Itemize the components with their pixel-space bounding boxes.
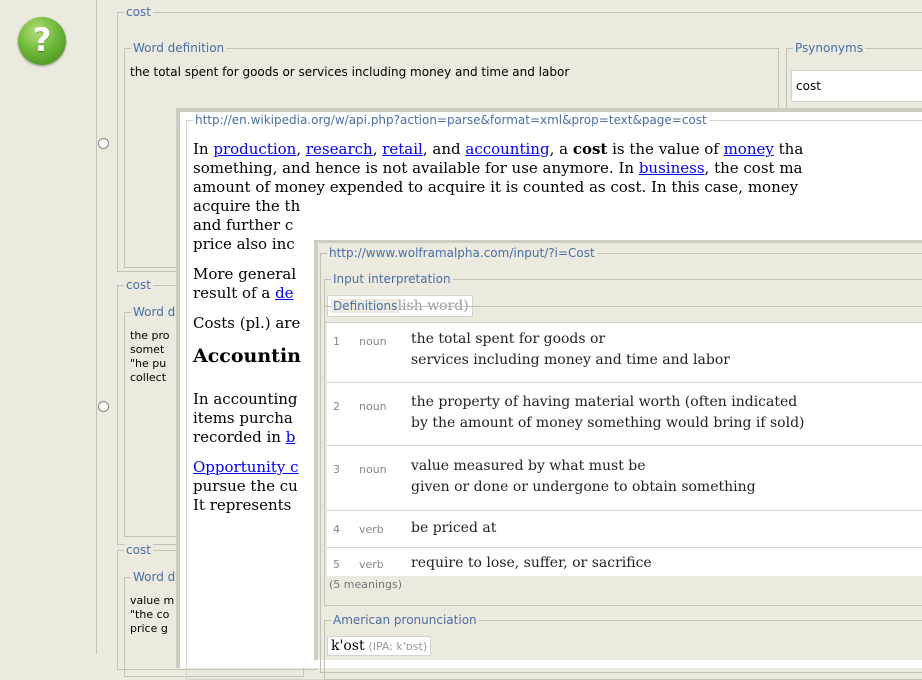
definitions-legend: Definitions [331,299,400,313]
wiki-p1-line1: In production, research, retail, and acc… [193,140,804,158]
pronunciation-fieldset: American pronunciation k'ost (IPA: k'ɒst… [324,613,922,680]
link-money[interactable]: money [724,140,774,158]
link-retail[interactable]: retail [382,140,423,158]
wolfram-url[interactable]: http://www.wolframalpha.com/input/?i=Cos… [327,246,597,260]
pronunciation-box: k'ost (IPA: k'ɒst) [327,636,432,656]
definition-row-2: 2 noun the property of having material w… [327,382,922,446]
entry2-title: cost [124,278,153,292]
wiki-p1-line3: amount of money expended to acquire it i… [193,178,799,196]
wiki-p1-line2: something, and hence is not available fo… [193,159,803,177]
link-de[interactable]: de [275,284,293,302]
link-research[interactable]: research [306,140,373,158]
wikipedia-url[interactable]: http://en.wikipedia.org/w/api.php?action… [193,113,709,127]
input-interpretation-legend: Input interpretation [331,272,453,286]
wiki-p1-line4: acquire the th [193,197,301,215]
link-business[interactable]: business [639,159,705,177]
pronunciation-legend: American pronunciation [331,613,479,627]
psynonym-item[interactable]: cost [791,70,922,102]
word-definition-text: the total spent for goods or services in… [130,65,570,79]
definition-row-1: 1 noun the total spent for goods or servi… [327,322,922,383]
entry3-text: value m "the co price g [130,594,175,635]
entry3-word-legend: Word d [131,570,178,584]
definitions-list: 1 noun the total spent for goods or servi… [327,322,922,602]
entry2-radio[interactable] [98,401,109,412]
wolfram-panel: http://www.wolframalpha.com/input/?i=Cos… [314,240,922,680]
link-production[interactable]: production [213,140,296,158]
entry2-text: the pro somet "he pu collect [130,329,170,384]
question-mark-icon[interactable]: ? [18,17,66,65]
entry2-word-legend: Word d [131,305,178,319]
link-opportunity[interactable]: Opportunity c [193,458,299,476]
meanings-count: (5 meanings) [329,578,403,591]
link-accounting[interactable]: accounting [465,140,549,158]
psynonyms-legend: Psynonyms [793,41,865,55]
link-b[interactable]: b [286,428,296,446]
definition-row-5: 5 verb require to lose, suffer, or sacri… [327,547,922,576]
entry1-title: cost [124,5,153,19]
entry1-radio[interactable] [98,138,109,149]
wiki-p1-line5: and further c [193,216,294,234]
definition-row-4: 4 verb be priced at [327,510,922,548]
entry3-title: cost [124,543,153,557]
definitions-fieldset: Definitions 1 noun the total spent for g… [324,299,922,606]
word-definition-legend: Word definition [131,41,227,55]
left-separator [96,0,97,654]
definition-row-3: 3 noun value measured by what must be giv… [327,445,922,511]
